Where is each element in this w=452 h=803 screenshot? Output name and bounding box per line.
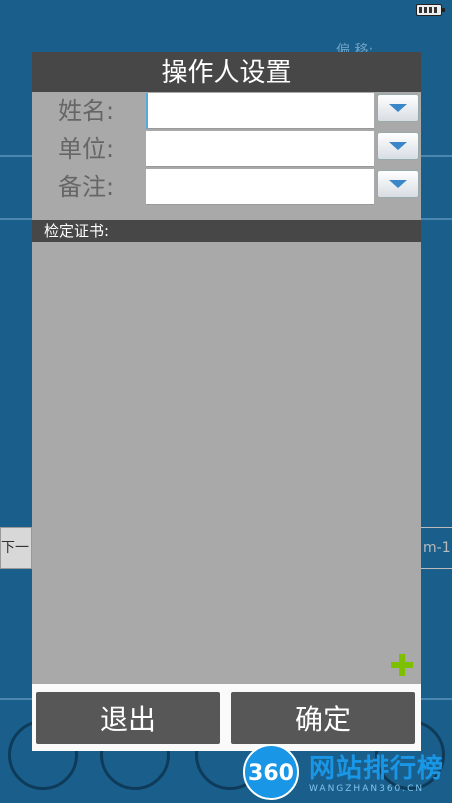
bg-value-field[interactable]: m-1 <box>420 527 452 569</box>
exit-button[interactable]: 退出 <box>36 692 220 744</box>
note-row: 备注: <box>32 168 421 206</box>
watermark-text: 网站排行榜 <box>309 754 445 784</box>
watermark-logo: 360 <box>243 744 299 800</box>
confirm-button[interactable]: 确定 <box>231 692 415 744</box>
bg-next-button[interactable]: 下一 <box>0 527 32 569</box>
unit-row: 单位: <box>32 130 421 168</box>
status-bar-battery-icon <box>416 4 445 16</box>
certificate-list[interactable] <box>32 242 421 684</box>
chevron-down-icon <box>389 180 407 188</box>
watermark: 360 网站排行榜 WANGZHAN360.CN <box>243 742 452 803</box>
certificate-header: 检定证书: <box>32 220 421 242</box>
watermark-subtext: WANGZHAN360.CN <box>309 784 425 794</box>
dialog-title: 操作人设置 <box>32 52 421 92</box>
note-label: 备注: <box>58 173 115 201</box>
name-label: 姓名: <box>58 97 115 125</box>
name-input[interactable] <box>146 93 374 129</box>
dialog-button-bar: 退出 确定 <box>32 684 421 751</box>
plus-icon[interactable] <box>391 654 413 676</box>
note-input[interactable] <box>146 169 374 205</box>
unit-label: 单位: <box>58 135 115 163</box>
unit-dropdown-button[interactable] <box>377 132 419 160</box>
note-dropdown-button[interactable] <box>377 170 419 198</box>
name-row: 姓名: <box>32 92 421 130</box>
operator-settings-dialog: 操作人设置 姓名: 单位: 备注: 检定证书: 退出 确定 <box>32 52 421 751</box>
unit-input[interactable] <box>146 131 374 167</box>
name-dropdown-button[interactable] <box>377 94 419 122</box>
chevron-down-icon <box>389 104 407 112</box>
chevron-down-icon <box>389 142 407 150</box>
